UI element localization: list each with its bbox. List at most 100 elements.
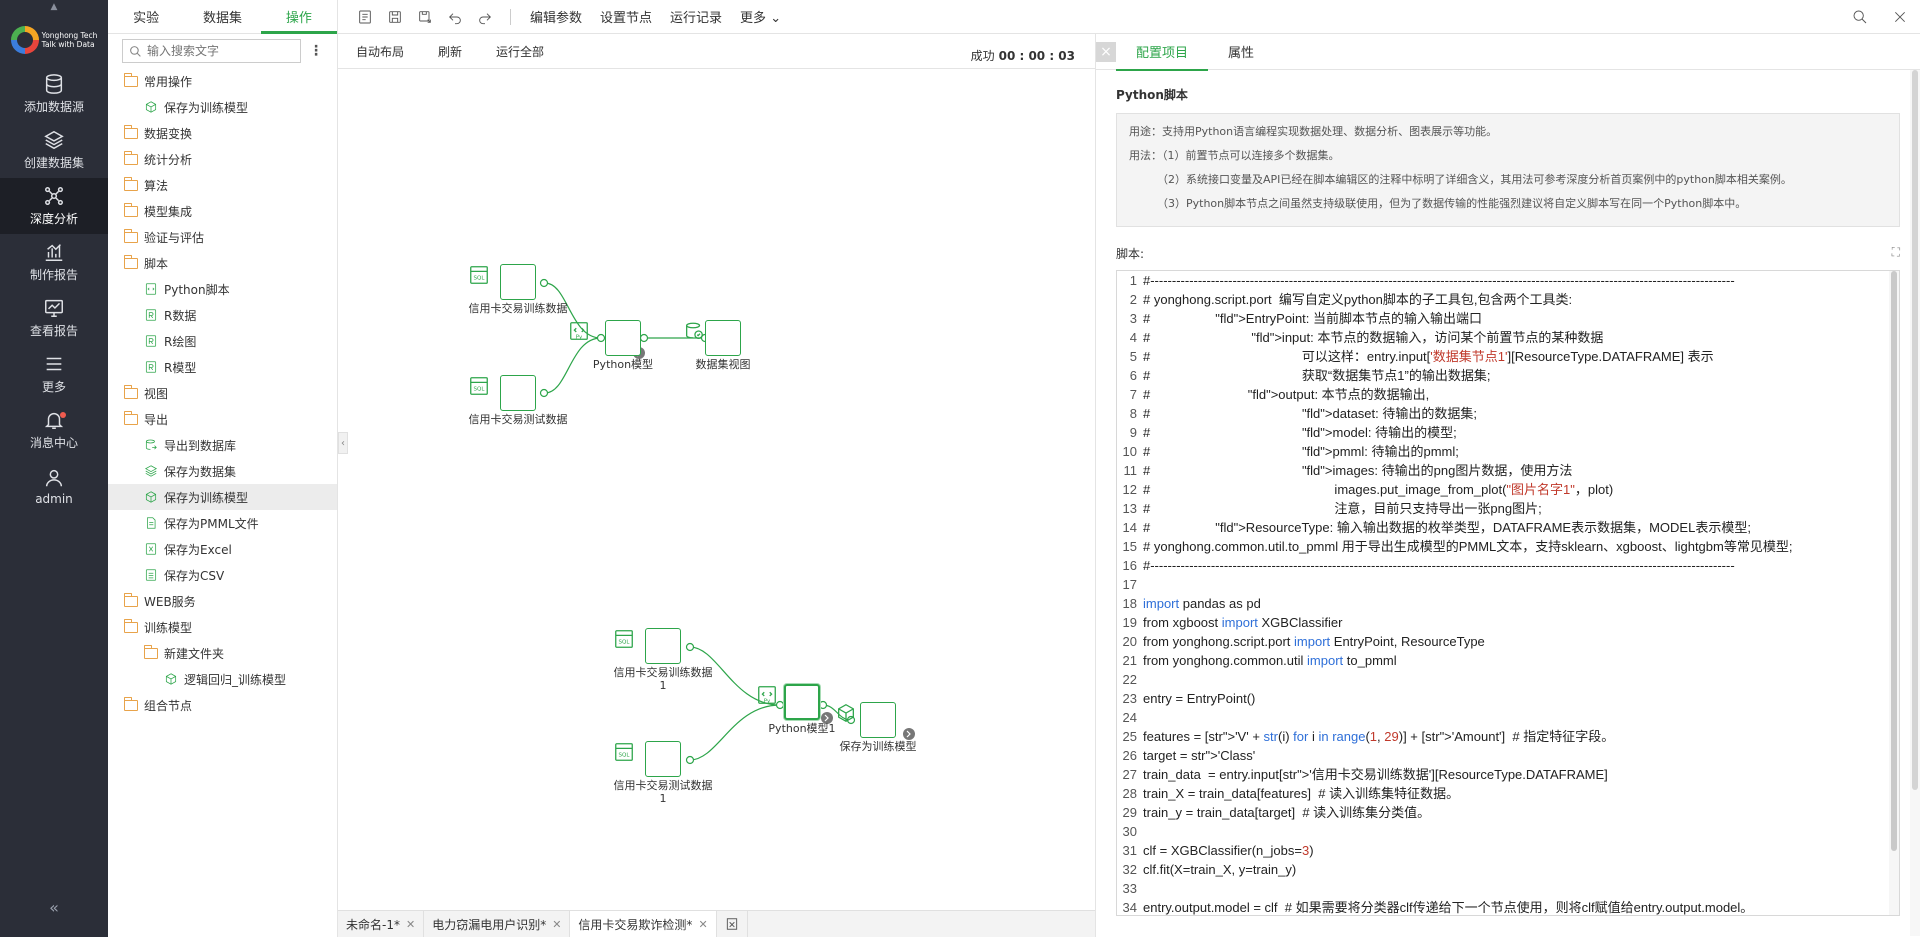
line-number: 29 <box>1122 805 1137 820</box>
close-icon[interactable] <box>1880 4 1920 30</box>
tree-folder[interactable]: 统计分析 <box>108 146 337 172</box>
tree-folder[interactable]: 视图 <box>108 380 337 406</box>
tree-folder[interactable]: 脚本 <box>108 250 337 276</box>
line-number: 11 <box>1123 463 1138 478</box>
tree-item[interactable]: 逻辑回归_训练模型 <box>108 666 337 692</box>
tab-operations[interactable]: 操作 <box>260 0 338 34</box>
redo-icon[interactable] <box>472 4 498 30</box>
panel-collapse-handle[interactable]: ‹ <box>338 432 348 454</box>
line-number: 22 <box>1122 672 1137 687</box>
code-text: # "fld">images: 待输出的png图片数据，使用方法 <box>1143 463 1573 478</box>
new-icon[interactable] <box>352 4 378 30</box>
search-input[interactable] <box>147 44 297 58</box>
tree-item[interactable]: 保存为数据集 <box>108 458 337 484</box>
more-menu-button[interactable]: 更多 ⌄ <box>733 7 788 26</box>
tree-item-label: 导出到数据库 <box>164 438 237 453</box>
tab-config-items[interactable]: 配置项目 <box>1116 34 1209 71</box>
graph-node-test-data[interactable]: SQL 信用卡交易测试数据 <box>468 375 568 426</box>
graph-node-save-model[interactable]: 保存为训练模型 <box>835 702 921 753</box>
nav-item-label: 添加数据源 <box>23 100 84 114</box>
expand-icon[interactable]: ⛶ <box>1892 245 1900 262</box>
nav-item-make-report[interactable]: 制作报告 <box>0 234 108 290</box>
more-options-icon[interactable]: ⋮ <box>309 43 323 59</box>
code-line: 7 # "fld">output: 本节点的数据输出, <box>1117 385 1899 404</box>
tree-item[interactable]: R数据 <box>108 302 337 328</box>
tree-folder[interactable]: 模型集成 <box>108 198 337 224</box>
tree-item[interactable]: Python脚本 <box>108 276 337 302</box>
nav-item-deep-analysis[interactable]: 深度分析 <box>0 178 108 234</box>
nav-item-message-center[interactable]: 消息中心 <box>0 402 108 458</box>
line-number: 18 <box>1122 596 1137 611</box>
code-text: # "fld">pmml: 待输出的pmml; <box>1143 444 1459 459</box>
edit-params-button[interactable]: 编辑参数 <box>523 7 589 26</box>
tree-folder[interactable]: 验证与评估 <box>108 224 337 250</box>
close-panel-icon[interactable]: × <box>1096 41 1116 62</box>
svg-text:SQL: SQL <box>619 640 631 646</box>
r-script-icon <box>144 360 158 374</box>
run-all-button[interactable]: 运行全部 <box>496 43 544 60</box>
tree-item[interactable]: R模型 <box>108 354 337 380</box>
tree-item-label: 保存为PMML文件 <box>164 516 259 531</box>
set-node-button[interactable]: 设置节点 <box>593 7 659 26</box>
nav-item-more[interactable]: 更多 <box>0 346 108 402</box>
close-tab-icon[interactable]: ✕ <box>552 918 561 931</box>
tree-item[interactable]: 保存为PMML文件 <box>108 510 337 536</box>
document-tab[interactable]: 信用卡交易欺诈检测* ✕ <box>570 910 717 937</box>
graph-node-train-data[interactable]: SQL 信用卡交易训练数据 <box>468 264 568 315</box>
nav-item-add-datasource[interactable]: 添加数据源 <box>0 66 108 122</box>
code-text: # "fld">ResourceType: 输入输出数据的枚举类型，DATAFR… <box>1143 520 1751 535</box>
script-label-row: 脚本: ⛶ <box>1116 245 1900 262</box>
tree-folder[interactable]: 数据变换 <box>108 120 337 146</box>
tab-experiment[interactable]: 实验 <box>108 0 184 33</box>
sql-icon: SQL <box>470 264 536 300</box>
tree-folder[interactable]: WEB服务 <box>108 588 337 614</box>
auto-layout-button[interactable]: 自动布局 <box>356 43 404 60</box>
brand-logo-icon <box>10 26 39 54</box>
excel-icon <box>144 542 158 556</box>
nav-item-create-dataset[interactable]: 创建数据集 <box>0 122 108 178</box>
nav-scroll-up-icon[interactable]: ▲ <box>0 0 108 14</box>
tree-item[interactable]: 保存为训练模型 <box>108 94 337 120</box>
graph-node-test-data-1[interactable]: SQL 信用卡交易测试数据1 <box>613 741 713 805</box>
run-log-button[interactable]: 运行记录 <box>663 7 729 26</box>
document-tab[interactable]: 未命名-1* ✕ <box>338 910 425 937</box>
tree-item[interactable]: 保存为CSV <box>108 562 337 588</box>
close-tab-icon[interactable]: ✕ <box>698 918 707 931</box>
tree-folder[interactable]: 常用操作 <box>108 68 337 94</box>
close-tab-icon[interactable]: ✕ <box>406 918 415 931</box>
panel-scrollbar[interactable] <box>1910 70 1920 936</box>
nav-item-view-report[interactable]: 查看报告 <box>0 290 108 346</box>
line-number: 14 <box>1122 520 1137 535</box>
tree-item[interactable]: R绘图 <box>108 328 337 354</box>
save-as-icon[interactable] <box>412 4 438 30</box>
tab-properties[interactable]: 属性 <box>1208 34 1274 70</box>
tree-item-label: WEB服务 <box>144 594 196 609</box>
nav-item-user[interactable]: admin <box>0 458 108 514</box>
undo-icon[interactable] <box>442 4 468 30</box>
graph-node-dataset-view[interactable]: 数据集视图 <box>683 320 763 371</box>
tree-folder[interactable]: 组合节点 <box>108 692 337 718</box>
usage-line: （2）系统接口变量及API已经在脚本编辑区的注释中标明了详细含义，其用法可参考深… <box>1157 173 1792 186</box>
refresh-button[interactable]: 刷新 <box>438 43 462 60</box>
code-line: 8 # "fld">dataset: 待输出的数据集; <box>1117 404 1899 423</box>
save-icon[interactable] <box>382 4 408 30</box>
tree-item-label: 脚本 <box>144 256 169 271</box>
tab-list-icon[interactable] <box>717 910 748 937</box>
graph-node-python-model[interactable]: Py Python模型 <box>568 320 678 371</box>
script-editor[interactable]: 1 #--------------------------------------… <box>1116 270 1900 916</box>
tree-folder[interactable]: 新建文件夹 <box>108 640 337 666</box>
collapse-nav-icon[interactable]: « <box>0 898 108 917</box>
search-icon[interactable] <box>1840 4 1880 30</box>
tree-item[interactable]: 保存为训练模型 <box>108 484 337 510</box>
document-tab[interactable]: 电力窃漏电用户识别* ✕ <box>424 910 571 937</box>
tree-item[interactable]: 保存为Excel <box>108 536 337 562</box>
search-icon <box>130 45 141 57</box>
workflow-canvas[interactable]: SQL 信用卡交易训练数据 Py Python模型 数据集视图 SQL 信用卡交… <box>338 70 1095 910</box>
tree-folder[interactable]: 导出 <box>108 406 337 432</box>
tree-folder[interactable]: 训练模型 <box>108 614 337 640</box>
editor-scrollbar[interactable] <box>1889 271 1899 915</box>
graph-node-train-data-1[interactable]: SQL 信用卡交易训练数据1 <box>613 628 713 692</box>
tab-dataset[interactable]: 数据集 <box>184 0 260 33</box>
tree-item[interactable]: 导出到数据库 <box>108 432 337 458</box>
tree-folder[interactable]: 算法 <box>108 172 337 198</box>
